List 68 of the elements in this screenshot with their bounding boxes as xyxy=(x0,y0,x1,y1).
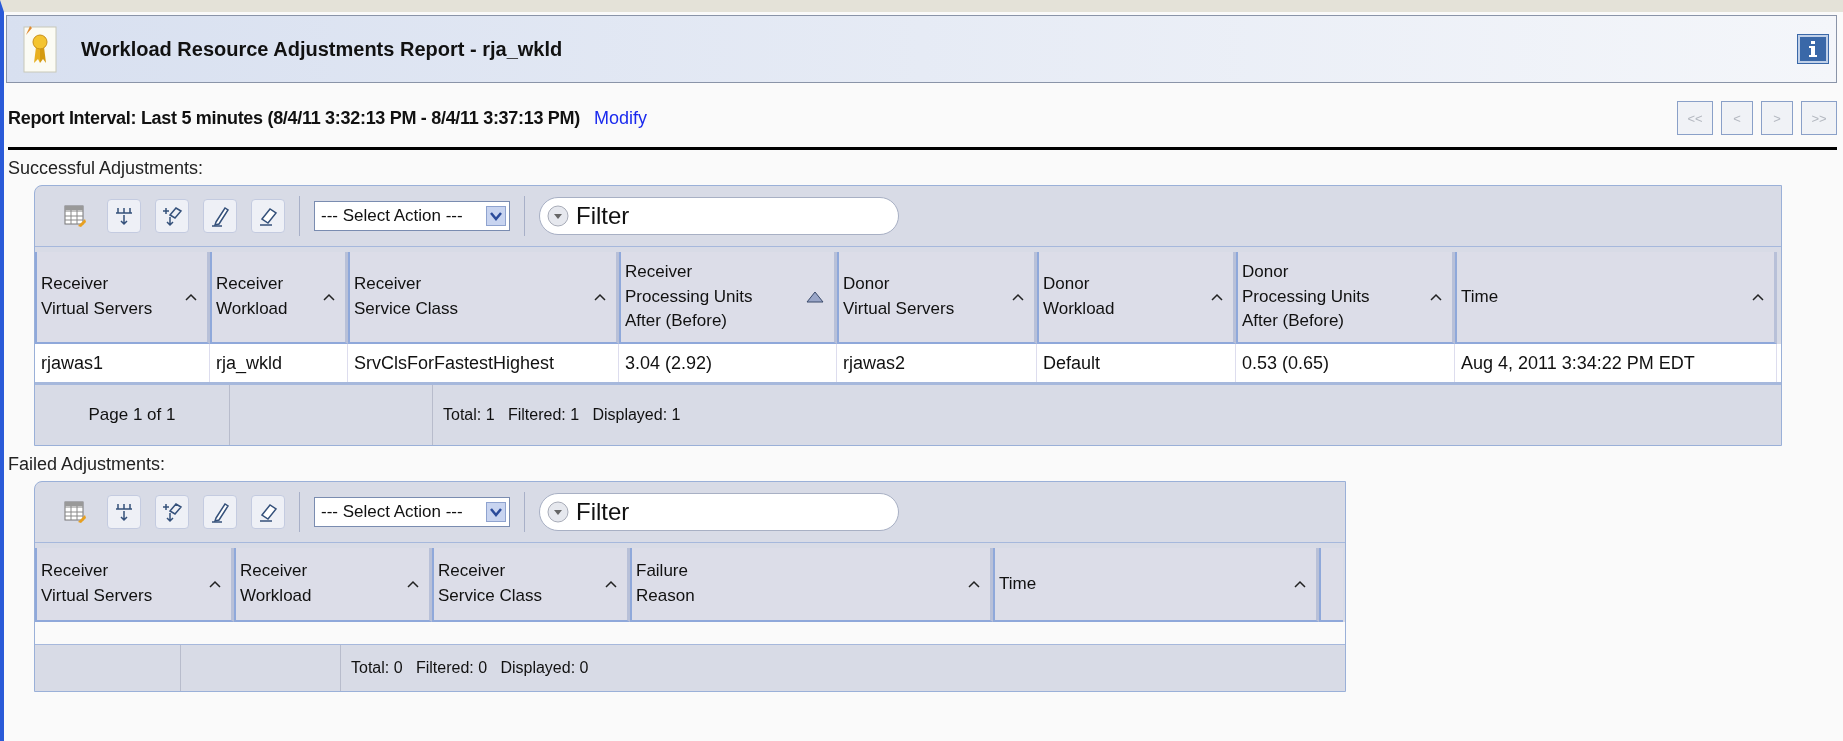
table-cell: 0.53 (0.65) xyxy=(1236,344,1455,382)
caret-up-icon xyxy=(605,580,617,588)
caret-up-icon xyxy=(968,580,980,588)
row-count-summary: Total: 1 Filtered: 1 Displayed: 1 xyxy=(443,406,681,424)
dropdown-icon[interactable] xyxy=(547,205,569,227)
eraser-icon xyxy=(258,501,278,523)
column-header[interactable]: Failure Reason xyxy=(630,548,993,622)
row-count-summary: Total: 0 Filtered: 0 Displayed: 0 xyxy=(351,659,589,677)
table-cell: rjawas1 xyxy=(35,344,210,382)
arrows-icon xyxy=(114,205,134,227)
toolbar-button[interactable] xyxy=(251,495,285,529)
caret-up-icon xyxy=(594,293,606,301)
eraser-arrow-icon xyxy=(161,205,183,227)
table-cell: rjawas2 xyxy=(837,344,1037,382)
toolbar-button[interactable] xyxy=(203,495,237,529)
table-cell: Default xyxy=(1037,344,1236,382)
toolbar-button[interactable] xyxy=(155,199,189,233)
table-icon[interactable] xyxy=(63,204,87,228)
info-button[interactable] xyxy=(1798,35,1828,63)
modify-link[interactable]: Modify xyxy=(593,107,1677,129)
caret-up-icon xyxy=(323,293,335,301)
caret-up-icon xyxy=(1294,580,1306,588)
table-cell: Aug 4, 2011 3:34:22 PM EDT xyxy=(1455,344,1777,382)
column-header[interactable]: Time xyxy=(1455,252,1777,344)
caret-up-icon xyxy=(1012,293,1024,301)
caret-up-icon xyxy=(1430,293,1442,301)
action-select[interactable]: --- Select Action --- xyxy=(314,497,510,527)
eraser-arrow-icon xyxy=(161,501,183,523)
caret-up-icon xyxy=(1211,293,1223,301)
report-title: Workload Resource Adjustments Report - rja_wkld xyxy=(81,37,564,61)
caret-up-icon xyxy=(407,580,419,588)
report-interval: Report Interval: Last 5 minutes (8/4/11 3:32:13 PM - 8/4/11 3:37:13 PM) xyxy=(8,107,580,129)
table-cell: SrvClsForFastestHighest xyxy=(348,344,619,382)
column-header[interactable]: Donor Workload xyxy=(1037,252,1236,344)
toolbar-button[interactable] xyxy=(107,199,141,233)
toolbar-button[interactable] xyxy=(203,199,237,233)
page-indicator: Page 1 of 1 xyxy=(88,405,176,425)
toolbar-button[interactable] xyxy=(155,495,189,529)
caret-up-icon xyxy=(209,580,221,588)
eraser-icon xyxy=(258,205,278,227)
pencil-icon xyxy=(210,205,230,227)
column-header[interactable]: Receiver Workload xyxy=(210,252,348,344)
award-ribbon-icon xyxy=(23,25,57,73)
column-header[interactable]: Receiver Service Class xyxy=(348,252,619,344)
pencil-icon xyxy=(210,501,230,523)
action-select[interactable]: --- Select Action --- xyxy=(314,201,510,231)
column-header[interactable]: Receiver Workload xyxy=(234,548,432,622)
toolbar-button[interactable] xyxy=(107,495,141,529)
sort-triangle-icon xyxy=(806,291,824,303)
caret-up-icon xyxy=(185,293,197,301)
column-header[interactable]: Receiver Processing Units After (Before) xyxy=(619,252,837,344)
table-cell: rja_wkld xyxy=(210,344,348,382)
section-label: Failed Adjustments: xyxy=(8,454,167,475)
table-cell: 3.04 (2.92) xyxy=(619,344,837,382)
dropdown-icon[interactable] xyxy=(547,501,569,523)
filter-field[interactable]: Filter xyxy=(539,197,899,235)
column-header[interactable]: Time xyxy=(993,548,1319,622)
column-header[interactable]: Donor Virtual Servers xyxy=(837,252,1037,344)
column-header[interactable]: Donor Processing Units After (Before) xyxy=(1236,252,1455,344)
column-header[interactable]: Receiver Service Class xyxy=(432,548,630,622)
table-icon[interactable] xyxy=(63,500,87,524)
column-header[interactable]: Receiver Virtual Servers xyxy=(35,252,210,344)
arrows-icon xyxy=(114,501,134,523)
column-header[interactable]: Receiver Virtual Servers xyxy=(35,548,234,622)
filter-field[interactable]: Filter xyxy=(539,493,899,531)
toolbar-button[interactable] xyxy=(251,199,285,233)
caret-up-icon xyxy=(1752,293,1764,301)
section-label: Successful Adjustments: xyxy=(8,158,205,179)
